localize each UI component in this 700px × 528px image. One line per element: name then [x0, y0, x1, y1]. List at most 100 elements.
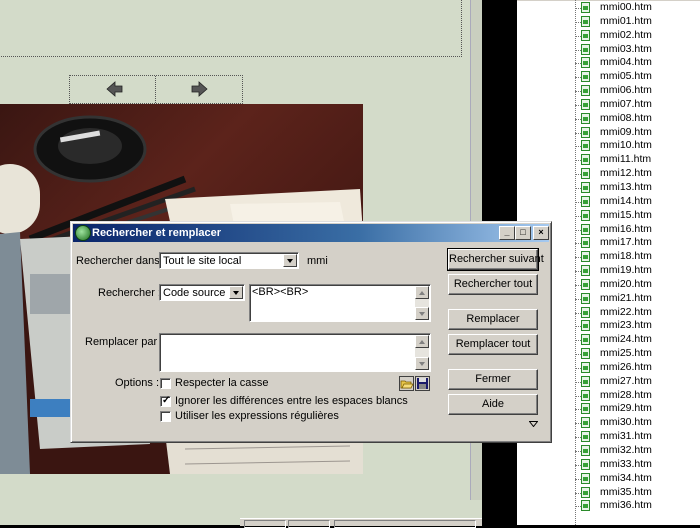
nav-separator: [155, 76, 156, 103]
html-file-icon: [581, 43, 590, 55]
file-name: mmi02.htm: [600, 28, 652, 41]
list-item[interactable]: mmi32.htm: [517, 444, 700, 458]
file-name: mmi09.htm: [600, 125, 652, 138]
scroll-down-icon[interactable]: [415, 307, 429, 320]
list-item[interactable]: mmi34.htm: [517, 472, 700, 486]
list-item[interactable]: mmi11.htm: [517, 153, 700, 167]
html-file-icon: [581, 445, 590, 456]
html-file-icon: [581, 85, 590, 97]
html-file-icon: [581, 375, 590, 387]
file-name: mmi10.htm: [600, 139, 652, 152]
html-file-icon: [581, 15, 590, 27]
minimize-button[interactable]: _: [499, 226, 515, 240]
chevron-down-icon[interactable]: [283, 254, 297, 267]
replace-text-field[interactable]: [159, 333, 431, 372]
list-item[interactable]: mmi06.htm: [517, 84, 700, 98]
search-text-field[interactable]: <BR><BR>: [249, 284, 431, 322]
arrow-right-icon[interactable]: [189, 79, 209, 99]
html-file-icon: [581, 500, 590, 512]
list-item[interactable]: mmi13.htm: [517, 181, 700, 195]
html-file-icon: [581, 168, 590, 180]
html-file-icon: [581, 209, 590, 221]
status-launcher[interactable]: [334, 520, 476, 528]
options-label: Options :: [115, 377, 160, 389]
html-file-icon: [581, 306, 590, 318]
arrow-left-icon[interactable]: [105, 79, 125, 99]
option-label-0[interactable]: Respecter la casse: [175, 376, 269, 390]
option-checkbox-1[interactable]: ✓: [160, 395, 171, 407]
file-name: mmi11.htm: [600, 153, 652, 166]
list-item[interactable]: mmi04.htm: [517, 56, 700, 70]
file-name: mmi03.htm: [600, 42, 652, 55]
search-text-scrollbar[interactable]: [415, 286, 429, 320]
list-item[interactable]: mmi08.htm: [517, 112, 700, 126]
html-file-icon: [581, 417, 590, 429]
scroll-up-icon[interactable]: [415, 335, 429, 348]
file-name: mmi13.htm: [600, 180, 652, 193]
list-item[interactable]: mmi10.htm: [517, 139, 700, 153]
site-name: mmi: [307, 255, 328, 267]
list-item[interactable]: mmi07.htm: [517, 98, 700, 112]
file-name: mmi29.htm: [600, 402, 652, 415]
option-label-2[interactable]: Utiliser les expressions régulières: [175, 409, 339, 423]
list-item[interactable]: mmi05.htm: [517, 70, 700, 84]
list-item[interactable]: mmi02.htm: [517, 29, 700, 43]
list-item[interactable]: mmi12.htm: [517, 167, 700, 181]
find-next-button[interactable]: Rechercher suivant: [447, 248, 544, 271]
open-folder-icon[interactable]: [399, 376, 414, 391]
dreamweaver-icon: [75, 225, 91, 241]
save-disk-icon[interactable]: [415, 376, 430, 391]
file-name: mmi33.htm: [600, 457, 652, 470]
scroll-down-icon[interactable]: [415, 357, 429, 370]
html-file-icon: [581, 181, 590, 193]
html-file-icon: [581, 292, 590, 304]
html-file-icon: [581, 334, 590, 346]
option-checkbox-2[interactable]: [160, 411, 171, 422]
file-name: mmi27.htm: [600, 374, 652, 387]
list-item[interactable]: mmi35.htm: [517, 486, 700, 500]
list-item[interactable]: mmi01.htm: [517, 15, 700, 29]
html-file-icon: [581, 29, 590, 41]
list-item[interactable]: mmi36.htm: [517, 499, 700, 513]
html-file-icon: [581, 112, 590, 124]
help-button[interactable]: Aide: [448, 394, 538, 415]
find-all-button[interactable]: Rechercher tout: [448, 274, 538, 295]
html-file-icon: [581, 431, 590, 443]
html-file-icon: [581, 389, 590, 401]
html-file-icon: [581, 2, 590, 13]
search-label: Rechercher :: [98, 287, 161, 299]
list-item[interactable]: mmi09.htm: [517, 126, 700, 140]
list-item[interactable]: mmi03.htm: [517, 43, 700, 57]
list-item[interactable]: mmi00.htm: [517, 1, 700, 15]
status-segment-size: [244, 520, 286, 528]
file-name: mmi16.htm: [600, 222, 652, 235]
replace-button[interactable]: Remplacer: [448, 309, 538, 330]
maximize-button[interactable]: □: [515, 226, 531, 240]
replace-text-scrollbar[interactable]: [415, 335, 429, 370]
file-name: mmi04.htm: [600, 56, 652, 69]
file-name: mmi15.htm: [600, 208, 652, 221]
expand-arrow-icon[interactable]: [529, 421, 538, 427]
file-name: mmi36.htm: [600, 499, 652, 512]
close-icon[interactable]: ×: [533, 226, 549, 240]
check-mark-icon: ✓: [162, 395, 171, 406]
file-name: mmi20.htm: [600, 277, 652, 290]
search-type-value: Code source: [163, 287, 226, 299]
list-item[interactable]: mmi33.htm: [517, 458, 700, 472]
option-checkbox-0[interactable]: [160, 378, 171, 389]
html-file-icon: [581, 71, 590, 83]
search-in-select[interactable]: Tout le site local: [159, 252, 299, 269]
scroll-up-icon[interactable]: [415, 286, 429, 299]
option-label-1[interactable]: Ignorer les différences entre les espace…: [175, 394, 408, 408]
file-name: mmi28.htm: [600, 388, 652, 401]
search-type-select[interactable]: Code source: [159, 284, 245, 301]
replace-all-button[interactable]: Remplacer tout: [448, 334, 538, 355]
chevron-down-icon[interactable]: [229, 286, 243, 299]
html-file-icon: [581, 223, 590, 235]
file-name: mmi06.htm: [600, 84, 652, 97]
status-segment-time: [288, 520, 330, 528]
close-button[interactable]: Fermer: [448, 369, 538, 390]
dialog-titlebar[interactable]: Rechercher et remplacer _ □ ×: [73, 224, 549, 242]
file-name: mmi34.htm: [600, 471, 652, 484]
list-item[interactable]: mmi14.htm: [517, 195, 700, 209]
